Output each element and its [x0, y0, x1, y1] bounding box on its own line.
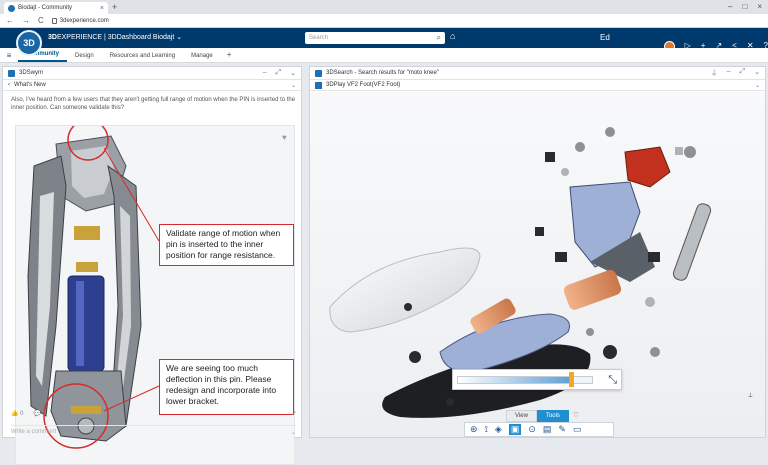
play-menu-icon[interactable]: ⌄ — [755, 82, 760, 89]
panel-menu-icon[interactable]: ⌄ — [290, 69, 296, 77]
favorite-icon[interactable]: ♡ — [569, 410, 583, 422]
fit-all-icon[interactable]: ⤡ — [608, 373, 617, 387]
comment-placeholder: Write a comment — [11, 429, 57, 435]
comment-input[interactable]: Write a comment ⌄ — [11, 425, 296, 436]
share-post-icon[interactable]: ↗ — [291, 410, 296, 417]
section-icon[interactable]: ◈ — [495, 424, 502, 435]
minimize-icon[interactable]: – — [728, 2, 732, 12]
menu-icon[interactable]: ≡ — [0, 51, 18, 60]
url-field[interactable]: 3dexperience.com — [51, 17, 109, 24]
explode-slider[interactable]: ⤡ — [452, 369, 622, 390]
compass-icon[interactable]: ⊛ — [470, 424, 478, 435]
view-tools-tabs: View Tools ♡ — [506, 410, 583, 422]
browser-tab[interactable]: Biodajt - Community × — [4, 2, 108, 14]
tab-manage[interactable]: Manage — [183, 53, 221, 62]
slider-thumb[interactable] — [568, 372, 574, 387]
lock-icon — [51, 17, 57, 24]
whats-new-label: What's New — [14, 82, 46, 88]
search-placeholder: Search — [309, 35, 329, 41]
play-toolbar: ⊛ ⟟ ◈ ▣ ⊙ ▤ ✎ ▭ — [464, 422, 614, 437]
address-bar: ← → C 3dexperience.com — [0, 14, 768, 28]
slider-fill — [458, 377, 572, 383]
post-actions: 👍 0 💬 0 ↗ — [11, 407, 296, 419]
collapse-icon[interactable]: ⌄ — [291, 82, 296, 89]
tools-tab[interactable]: Tools — [536, 410, 569, 422]
axis-triad-icon: ⊥ — [747, 393, 753, 399]
comment-count: 0 — [42, 410, 46, 417]
swym-panel: 3DSwym – ⤢ ⌄ ‹ What's New ⌄ Also, I've h… — [2, 66, 302, 465]
callout-range-of-motion: Validate range of motion when pin is ins… — [159, 224, 294, 266]
svg-text:♥: ♥ — [282, 133, 287, 142]
search-results-title: 3DSearch - Search results for "moto knee… — [326, 70, 439, 76]
tab-title: Biodajt - Community — [18, 5, 73, 11]
reload-button[interactable]: C — [38, 16, 44, 25]
play-panel: 3DSearch - Search results for "moto knee… — [309, 66, 766, 438]
maximize-panel-icon[interactable]: ⤢ — [740, 68, 746, 78]
maximize-icon[interactable]: □ — [742, 2, 747, 12]
maximize-panel-icon[interactable]: ⤢ — [276, 69, 282, 77]
minimize-panel-icon[interactable]: – — [727, 68, 731, 78]
dashboard-tabs: ≡ Community Design Resources and Learnin… — [0, 48, 768, 63]
layers-icon[interactable]: ▤ — [543, 424, 552, 435]
comment-count-button[interactable]: 💬 0 — [33, 410, 45, 417]
search-app-icon — [315, 69, 322, 77]
compass-logo[interactable]: 3D — [16, 30, 42, 56]
explode-icon[interactable]: ▣ — [508, 424, 522, 435]
brand-bold: 3D — [48, 34, 57, 41]
chevron-down-icon: ⌄ — [176, 34, 183, 41]
search-panel-header: 3DSearch - Search results for "moto knee… — [310, 67, 765, 80]
like-count: 0 — [20, 410, 24, 417]
tab-design[interactable]: Design — [67, 53, 102, 62]
play-app-icon — [315, 81, 322, 89]
send-comment-icon[interactable]: ⌄ — [291, 429, 296, 436]
play-subheader: 3DPlay VF2 Foot(VF2 Foot) ⌄ — [310, 80, 765, 91]
search-icon[interactable]: ⌕ — [437, 33, 441, 43]
tag-icon[interactable]: ⌂ — [450, 31, 455, 41]
new-tab-button[interactable]: + — [112, 2, 117, 12]
play-title: 3DPlay VF2 Foot(VF2 Foot) — [326, 82, 401, 88]
close-window-icon[interactable]: × — [757, 2, 762, 12]
url-text: 3dexperience.com — [59, 17, 109, 24]
add-tab-button[interactable]: + — [221, 50, 238, 62]
whats-new-bar: ‹ What's New ⌄ — [3, 80, 301, 91]
swym-app-icon — [8, 69, 15, 77]
measure-icon[interactable]: ⟟ — [485, 424, 488, 435]
tab-resources[interactable]: Resources and Learning — [102, 53, 183, 62]
like-button[interactable]: 👍 0 — [11, 410, 23, 417]
view-tab[interactable]: View — [506, 410, 537, 422]
3d-viewport[interactable]: ⤡ View Tools ♡ ⊛ ⟟ ◈ ▣ ⊙ ▤ ✎ ▭ ⊥ — [310, 92, 765, 437]
close-tab-icon[interactable]: × — [100, 5, 104, 12]
filter-icon[interactable]: ⏚ — [711, 68, 718, 78]
brand-title[interactable]: 3DEXPERIENCE | 3DDashboard Biodajt ⌄ — [48, 30, 182, 46]
search-input[interactable]: Search ⌕ — [305, 32, 445, 44]
back-button[interactable]: ← — [6, 16, 14, 25]
back-chevron-icon[interactable]: ‹ — [8, 82, 10, 88]
panel-icon[interactable]: ▭ — [573, 424, 582, 435]
swym-panel-header: 3DSwym – ⤢ ⌄ — [3, 67, 301, 80]
swym-app-title: 3DSwym — [19, 70, 44, 76]
compass-logo-text: 3D — [23, 38, 35, 48]
zoom-icon[interactable]: ⊙ — [528, 424, 536, 435]
forward-button[interactable]: → — [22, 16, 30, 25]
panel-menu-icon[interactable]: ⌄ — [754, 68, 760, 78]
minimize-panel-icon[interactable]: – — [263, 69, 267, 77]
window-controls: – □ × — [728, 2, 762, 12]
pen-icon[interactable]: ✎ — [558, 424, 566, 435]
tab-favicon-icon — [8, 4, 15, 12]
brand-rest: EXPERIENCE | 3DDashboard Biodajt — [56, 34, 175, 41]
post-text: Also, I've heard from a few users that t… — [11, 97, 296, 111]
